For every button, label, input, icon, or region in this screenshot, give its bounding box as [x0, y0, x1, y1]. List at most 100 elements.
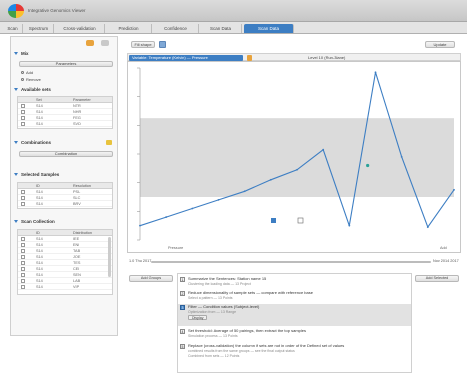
row-checkbox[interactable] — [21, 267, 25, 271]
cell: BRV — [73, 202, 81, 206]
add-groups-button[interactable]: Add Groups — [129, 275, 173, 282]
fill-shape-button[interactable]: Fill shape — [131, 41, 155, 48]
row-checkbox[interactable] — [21, 190, 25, 194]
cell: S14 — [36, 122, 43, 126]
series-toggle-icon[interactable] — [271, 218, 276, 223]
row-checkbox[interactable] — [21, 279, 25, 283]
slider-track[interactable] — [151, 261, 431, 263]
section-combinations-label: Combinations — [21, 140, 51, 145]
step-subtitle: Simulation process — 13 Points — [188, 334, 238, 338]
section-combinations[interactable]: Combinations — [14, 140, 114, 147]
list-item[interactable]: 5 Replace (cross-validation) the column … — [178, 343, 411, 359]
folder-icon[interactable] — [106, 140, 112, 145]
step-subtitle: Combined from sets — 12 Points — [188, 354, 240, 358]
update-button[interactable]: Update — [425, 41, 455, 48]
add-set-icon[interactable] — [86, 40, 94, 46]
slider-end-label: Nov 2014 2017 — [433, 259, 459, 263]
line-chart[interactable]: Pressure Add — [128, 62, 460, 252]
collapse-triangle-icon — [14, 141, 18, 145]
left-panel: Mix Parameters Add Remove Available sets… — [10, 36, 118, 336]
parameters-button[interactable]: Parameters — [19, 61, 113, 67]
tab-scan[interactable]: Scan — [3, 24, 23, 33]
step-number: 5 — [180, 344, 185, 349]
app-logo-icon — [8, 4, 24, 18]
steps-area: Add Groups Add Selected 1 Summarize the … — [127, 273, 461, 373]
list-item[interactable]: 1 Summarize the Sentences: Station name … — [178, 276, 411, 287]
options-icon[interactable] — [101, 40, 109, 46]
row-checkbox[interactable] — [21, 104, 25, 108]
step-number: 1 — [180, 277, 185, 282]
table-row[interactable]: S14 SVD — [18, 121, 112, 127]
row-checkbox[interactable] — [21, 261, 25, 265]
data-point[interactable] — [296, 168, 298, 171]
tab-scan-data[interactable]: Scan Data — [200, 24, 242, 33]
x-label-right: Add — [440, 246, 447, 250]
data-point[interactable] — [191, 207, 194, 210]
row-checkbox[interactable] — [21, 285, 25, 289]
radio-remove-label: Remove — [26, 77, 41, 82]
tab-prediction[interactable]: Prediction — [106, 24, 152, 33]
data-point[interactable] — [453, 188, 455, 191]
collapse-triangle-icon — [14, 88, 18, 92]
data-point[interactable] — [400, 155, 403, 158]
row-checkbox[interactable] — [21, 110, 25, 114]
add-chart-icon[interactable] — [159, 41, 166, 48]
tab-spectrum[interactable]: Spectrum — [24, 24, 54, 33]
row-checkbox[interactable] — [21, 122, 25, 126]
display-button[interactable]: Display — [188, 315, 208, 320]
data-point[interactable] — [426, 226, 429, 229]
row-checkbox[interactable] — [21, 255, 25, 259]
section-scan-collection[interactable]: Scan Collection — [14, 219, 114, 226]
data-point[interactable] — [217, 198, 220, 201]
row-checkbox[interactable] — [21, 196, 25, 200]
tab-bar: Scan Spectrum Cross-validation Predictio… — [0, 22, 467, 34]
tab-confidence[interactable]: Confidence — [153, 24, 199, 33]
list-item-selected[interactable]: 3 Filter — Condition values (Subject-lev… — [178, 304, 411, 326]
steps-list: 1 Summarize the Sentences: Station name … — [177, 273, 412, 373]
table-scrollbar[interactable] — [108, 237, 111, 277]
row-checkbox[interactable] — [21, 243, 25, 247]
tab-scan-data-active[interactable]: Scan Data — [244, 24, 294, 33]
combination-button[interactable]: Combination — [19, 151, 113, 157]
x-label-left: Pressure — [168, 246, 183, 250]
step-number: 2 — [180, 291, 185, 296]
row-checkbox[interactable] — [21, 273, 25, 277]
list-item[interactable]: 2 Reduce dimensionality of sample sets —… — [178, 290, 411, 301]
row-checkbox[interactable] — [21, 237, 25, 241]
table-row[interactable]: S14 VIP — [18, 284, 112, 290]
tab-cross-validation[interactable]: Cross-validation — [55, 24, 105, 33]
radio-icon — [21, 71, 24, 75]
row-checkbox[interactable] — [21, 116, 25, 120]
options-icon[interactable] — [297, 217, 304, 224]
radio-remove[interactable]: Remove — [21, 77, 41, 82]
data-point[interactable] — [139, 224, 141, 227]
data-point[interactable] — [374, 71, 377, 74]
list-item[interactable]: 4 Set threshold: Average of 50 pairings,… — [178, 328, 411, 339]
section-scan-collection-label: Scan Collection — [21, 219, 55, 224]
radio-add[interactable]: Add — [21, 70, 33, 75]
table-row[interactable]: S14 BRV — [18, 201, 112, 207]
radio-icon — [21, 78, 24, 82]
cell: VIP — [73, 285, 80, 289]
data-point[interactable] — [243, 190, 246, 193]
data-point[interactable] — [348, 224, 351, 227]
section-available-sets[interactable]: Available sets — [14, 87, 114, 94]
add-selected-button[interactable]: Add Selected — [415, 275, 459, 282]
data-point[interactable] — [165, 216, 168, 218]
chart-area[interactable]: Pressure Add — [127, 61, 461, 253]
section-mix[interactable]: Mix — [14, 51, 114, 58]
data-point[interactable] — [269, 178, 272, 181]
scan-collection-table: ID Distribution S14 IEE S14 ENI S14 TAB S14 J… — [17, 229, 113, 295]
title-bar: Integrative Genomics Viewer — [0, 0, 467, 22]
section-available-sets-label: Available sets — [21, 87, 51, 92]
step-number: 3 — [180, 305, 185, 310]
section-selected-samples[interactable]: Selected Samples — [14, 172, 114, 179]
data-point[interactable] — [322, 148, 325, 151]
row-checkbox[interactable] — [21, 202, 25, 206]
section-selected-samples-label: Selected Samples — [21, 172, 60, 177]
selected-samples-table: ID Resolution S14 PSL S14 SLC S14 BRV — [17, 182, 113, 209]
app-title: Integrative Genomics Viewer — [28, 8, 86, 13]
available-sets-table: Set Parameter S14 NTR S14 NHR S14 FEG S14 SVD — [17, 96, 113, 129]
row-checkbox[interactable] — [21, 249, 25, 253]
cursor-marker[interactable] — [366, 163, 370, 168]
